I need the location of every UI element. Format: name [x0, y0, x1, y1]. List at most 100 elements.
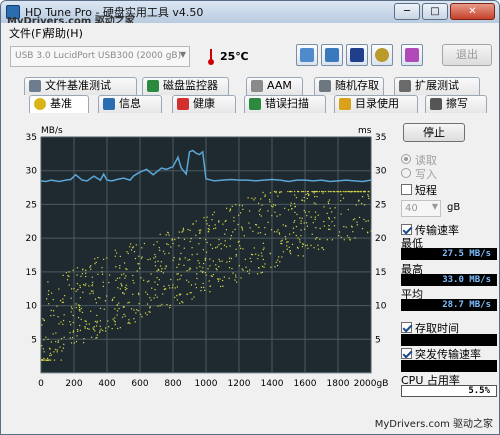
- tab-info[interactable]: 信息: [98, 95, 162, 113]
- access-time-point: [99, 331, 101, 334]
- access-time-point: [193, 296, 195, 298]
- access-time-point: [238, 265, 240, 267]
- access-time-point: [164, 288, 166, 290]
- download-button[interactable]: [401, 44, 423, 66]
- access-time-point: [202, 262, 205, 265]
- access-time-point: [107, 320, 109, 322]
- access-time-point: [75, 290, 77, 292]
- access-time-point: [137, 310, 139, 312]
- tab-health[interactable]: 健康: [172, 95, 236, 113]
- access-time-point: [80, 307, 83, 310]
- access-time-point: [94, 330, 96, 332]
- tab-disk-monitor[interactable]: 磁盘监控器: [142, 77, 229, 95]
- access-time-point: [70, 311, 72, 313]
- access-time-point: [206, 223, 208, 225]
- access-time-point: [306, 225, 309, 227]
- access-time-point: [50, 292, 53, 294]
- access-time-point: [41, 359, 43, 361]
- tab-folder-usage[interactable]: 目录使用: [334, 95, 418, 113]
- minimize-button[interactable]: ─: [394, 3, 420, 20]
- copy-info-button[interactable]: [296, 44, 318, 66]
- access-time-point: [233, 216, 235, 219]
- access-time-point: [354, 237, 356, 239]
- access-time-point: [43, 357, 45, 360]
- access-time-point: [219, 260, 221, 262]
- access-time-point: [126, 287, 128, 290]
- access-time-point: [315, 238, 317, 240]
- access-time-point: [72, 337, 74, 339]
- exit-button[interactable]: 退出: [442, 44, 492, 66]
- copy-screenshot-button[interactable]: [321, 44, 343, 66]
- access-time-point: [160, 261, 162, 263]
- access-time-point: [316, 236, 318, 239]
- save-button[interactable]: [346, 44, 368, 66]
- access-time-point: [260, 272, 262, 274]
- access-time-point: [148, 280, 150, 282]
- title-bar[interactable]: HD Tune Pro - 硬盘实用工具 v4.50 MyDrivers.com…: [1, 1, 499, 27]
- access-time-point: [360, 190, 362, 193]
- access-time-point: [228, 260, 231, 263]
- access-time-point: [319, 227, 321, 230]
- read-radio[interactable]: [401, 154, 411, 164]
- access-time-point: [218, 238, 220, 241]
- tab-random-access[interactable]: 随机存取: [314, 77, 384, 95]
- short-length-value: 40: [405, 203, 418, 214]
- menu-help[interactable]: 帮助(H): [44, 25, 83, 41]
- close-button[interactable]: ✕: [450, 3, 495, 20]
- drive-select[interactable]: USB 3.0 LucidPort USB300 (2000 gB) ▼: [10, 46, 190, 67]
- tab-erase[interactable]: 擦写: [425, 95, 487, 113]
- access-time-point: [289, 251, 291, 253]
- short-checkbox[interactable]: [401, 184, 412, 195]
- access-time-point: [167, 232, 169, 234]
- transfer-rate-checkbox[interactable]: [401, 224, 412, 235]
- access-time-point: [189, 240, 191, 243]
- stop-button[interactable]: 停止: [403, 123, 465, 142]
- tab-error-scan[interactable]: 错误扫描: [244, 95, 326, 113]
- options-button[interactable]: [371, 44, 393, 66]
- access-time-point: [313, 192, 315, 194]
- access-time-point: [248, 222, 250, 224]
- maximize-button[interactable]: □: [422, 3, 448, 20]
- tab-aam[interactable]: AAM: [246, 77, 303, 95]
- access-time-point: [171, 238, 174, 240]
- access-time-point: [140, 257, 143, 259]
- access-time-point: [116, 310, 119, 312]
- tab-file-benchmark[interactable]: 文件基准测试: [24, 77, 137, 95]
- access-time-point: [118, 302, 120, 304]
- access-time-point: [157, 260, 159, 262]
- burst-rate-checkbox[interactable]: [401, 348, 412, 359]
- tab-extra-tests[interactable]: 扩展测试: [394, 77, 480, 95]
- access-time-point: [77, 330, 79, 332]
- menu-file[interactable]: 文件(F): [9, 25, 46, 41]
- access-time-point: [323, 190, 325, 193]
- access-time-point: [162, 272, 164, 274]
- access-time-point: [269, 201, 271, 203]
- access-time-point: [255, 224, 257, 226]
- access-time-point: [104, 330, 107, 332]
- access-time-point: [47, 293, 50, 296]
- access-time-point: [50, 309, 52, 311]
- access-time-point: [252, 230, 254, 232]
- access-time-point: [370, 230, 372, 232]
- access-time-point: [190, 237, 192, 240]
- avg-value: 28.7 MB/s: [401, 299, 497, 311]
- access-time-point: [141, 316, 143, 318]
- access-time-point: [85, 272, 87, 274]
- access-time-point: [323, 225, 326, 227]
- access-time-point: [195, 220, 197, 222]
- access-time-point: [123, 313, 125, 315]
- access-time-point: [49, 352, 51, 355]
- tab-benchmark[interactable]: 基准: [29, 95, 89, 113]
- access-time-point: [291, 208, 293, 210]
- access-time-point: [296, 213, 298, 216]
- access-time-point: [234, 228, 236, 231]
- access-time-point: [85, 269, 87, 271]
- access-time-checkbox[interactable]: [401, 322, 412, 333]
- access-time-point: [50, 354, 53, 356]
- access-time-point: [255, 253, 257, 255]
- write-radio[interactable]: [401, 168, 411, 178]
- short-length-input[interactable]: 40 ▼: [401, 200, 441, 217]
- access-time-point: [163, 285, 165, 287]
- access-time-point: [312, 222, 314, 224]
- access-time-point: [242, 248, 244, 250]
